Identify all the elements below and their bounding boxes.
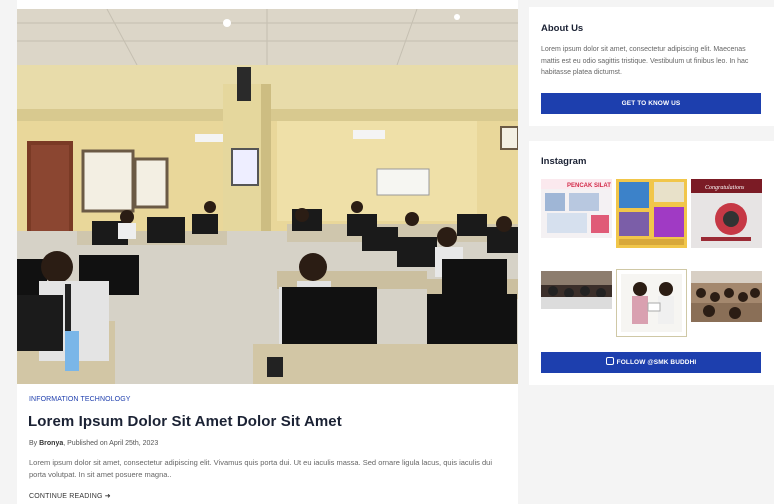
post-meta: By Bronya, Published on April 25th, 2023 — [29, 440, 158, 447]
congratulations-text: Congratulations — [705, 185, 745, 191]
instagram-thumb-2[interactable] — [616, 179, 687, 248]
pencak-silat-text: PENCAK SILAT — [567, 183, 611, 189]
post-title[interactable]: Lorem Ipsum Dolor Sit Amet Dolor Sit Ame… — [28, 413, 342, 430]
instagram-thumb-4[interactable] — [541, 271, 612, 309]
meta-by: By — [29, 440, 38, 447]
post-category[interactable]: INFORMATION TECHNOLOGY — [29, 396, 131, 403]
meta-published: , Published on April 25th, 2023 — [63, 440, 159, 447]
follow-instagram-button[interactable]: FOLLOW @SMK BUDDHI — [541, 352, 761, 373]
instagram-thumb-3[interactable]: Congratulations — [691, 179, 762, 248]
post-author[interactable]: Bronya — [39, 440, 63, 447]
instagram-thumb-6[interactable] — [691, 271, 762, 322]
instagram-thumb-1[interactable]: PENCAK SILAT — [541, 179, 612, 238]
about-widget: About Us Lorem ipsum dolor sit amet, con… — [529, 7, 774, 126]
continue-reading-label: CONTINUE READING — [29, 493, 103, 500]
post-featured-image[interactable] — [17, 9, 518, 384]
about-title: About Us — [541, 23, 584, 34]
instagram-title: Instagram — [541, 156, 587, 167]
arrow-right-icon: ➜ — [104, 493, 111, 500]
follow-button-label: FOLLOW @SMK BUDDHI — [616, 359, 697, 366]
post-card: INFORMATION TECHNOLOGY Lorem Ipsum Dolor… — [17, 0, 518, 504]
continue-reading-link[interactable]: CONTINUE READING ➜ — [29, 492, 111, 500]
post-excerpt: Lorem ipsum dolor sit amet, consectetur … — [29, 458, 493, 479]
instagram-thumb-5[interactable] — [616, 269, 687, 337]
about-text: Lorem ipsum dolor sit amet, consectetur … — [541, 46, 749, 76]
instagram-icon — [605, 357, 614, 366]
get-to-know-us-button[interactable]: GET TO KNOW US — [541, 93, 761, 114]
instagram-widget: Instagram PENCAK SILAT Congratulations F… — [529, 141, 774, 385]
